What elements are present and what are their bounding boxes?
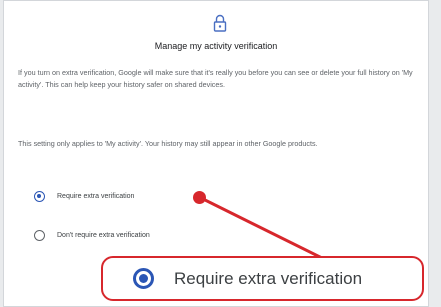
zoomed-callout: Require extra verification [101,256,424,301]
callout-radio-selected [133,268,154,289]
setting-scope-note: This setting only applies to 'My activit… [18,139,318,148]
lock-icon [213,14,227,32]
require-verification-option[interactable]: Require extra verification [34,191,134,202]
dialog-title: Manage my activity verification [154,41,278,51]
callout-label: Require extra verification [174,268,363,288]
extra-verification-description: If you turn on extra verification, Googl… [18,68,413,89]
radio-unselected[interactable] [34,230,45,241]
annotation-dot [193,191,206,204]
dont-require-verification-label: Don't require extra verification [57,232,150,239]
require-verification-label: Require extra verification [57,193,135,200]
radio-selected[interactable] [34,191,45,202]
dont-require-verification-option[interactable]: Don't require extra verification [34,230,150,241]
